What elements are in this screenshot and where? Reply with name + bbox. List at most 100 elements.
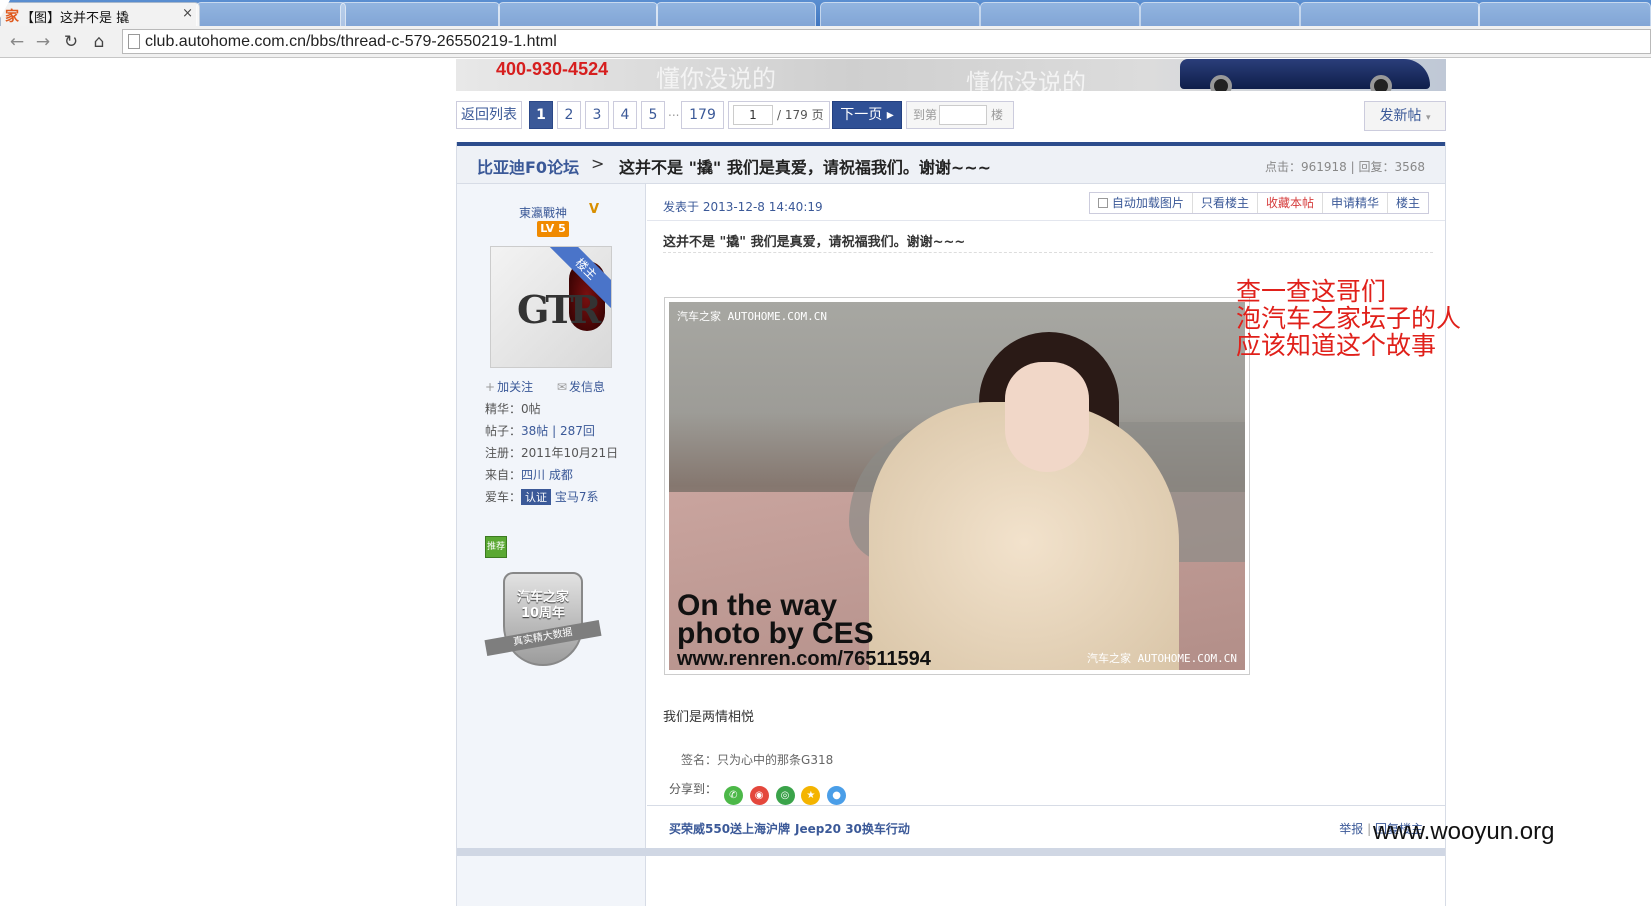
friends-icon[interactable]: ◎ xyxy=(775,786,795,805)
author-name[interactable]: 東瀛戰神 xyxy=(519,204,567,221)
photo-caption-line: www.renren.com/76511594 xyxy=(677,648,931,670)
wechat-icon[interactable]: ✆ xyxy=(723,786,743,805)
forward-arrow-icon[interactable]: → xyxy=(32,31,54,53)
annotation-line: 查一查这哥们 xyxy=(1236,277,1387,306)
checkbox-icon xyxy=(1097,198,1108,208)
divider: | xyxy=(1367,822,1372,836)
plus-icon: + xyxy=(485,380,496,394)
url-input[interactable]: club.autohome.com.cn/bbs/thread-c-579-26… xyxy=(122,29,1651,54)
page-number-input[interactable]: 1 xyxy=(733,105,773,125)
ad-link[interactable]: 买荣威550送上海沪牌 xyxy=(669,820,790,837)
annotation-line: 应该知道这个故事 xyxy=(1236,331,1437,360)
weibo-icon[interactable]: ◉ xyxy=(749,786,769,805)
browser-tab[interactable] xyxy=(196,2,346,26)
banner-phone: 400-930-4524 xyxy=(496,59,609,79)
author-location: 来自：四川 成都 xyxy=(485,466,573,483)
next-page-button[interactable]: 下一页 ▸ xyxy=(832,101,902,129)
annotation-line: 泡汽车之家坛子的人 xyxy=(1236,304,1462,333)
qq-icon[interactable]: ● xyxy=(827,786,847,805)
mail-icon: ✉ xyxy=(556,380,567,394)
browser-tab[interactable] xyxy=(1300,2,1480,26)
banner-slogan: 懂你没说的 xyxy=(656,65,776,91)
photo-face-shape xyxy=(1005,362,1089,472)
only-owner-button[interactable]: 只看楼主 xyxy=(1193,193,1258,213)
browser-tab-active[interactable]: 家 【图】这并不是 撬 × xyxy=(0,2,200,26)
author-sidebar: 東瀛戰神 V LV 5 GTR 楼主 + 加关注 ✉ 发信息 精华：0帖 帖子：38… xyxy=(457,184,646,906)
browser-tab[interactable] xyxy=(498,2,658,26)
car-value[interactable]: 宝马7系 xyxy=(555,490,599,504)
banner-car-image xyxy=(1180,59,1430,91)
reg-label: 注册： xyxy=(485,446,522,460)
follow-button[interactable]: + 加关注 xyxy=(485,380,543,394)
page-icon xyxy=(128,34,140,49)
level-badge: LV 5 xyxy=(537,221,569,237)
essence-label: 精华： xyxy=(485,402,522,416)
certified-badge: 认证 xyxy=(521,489,552,505)
page-4-button[interactable]: 4 xyxy=(613,101,637,129)
new-post-button[interactable]: 发新帖 ▾ xyxy=(1364,101,1446,131)
browser-tab[interactable] xyxy=(1478,2,1651,26)
last-page-button[interactable]: 179 xyxy=(681,101,724,129)
qzone-star-icon[interactable]: ★ xyxy=(801,786,821,805)
next-page-label: 下一页 xyxy=(840,107,883,123)
from-label: 来自： xyxy=(485,468,522,482)
photo-image: 汽车之家 AUTOHOME.COM.CN On the way photo by… xyxy=(669,302,1245,670)
avatar[interactable]: GTR 楼主 xyxy=(490,246,612,368)
verified-v-icon: V xyxy=(589,202,600,217)
close-icon[interactable]: × xyxy=(182,6,193,21)
photo-watermark: 汽车之家 AUTOHOME.COM.CN xyxy=(1087,652,1237,665)
page-3-button[interactable]: 3 xyxy=(585,101,609,129)
forum-link[interactable]: 比亚迪F0论坛 xyxy=(477,154,579,178)
mouse-cursor xyxy=(0,0,10,18)
post-body-text: 我们是两情相悦 xyxy=(663,710,755,725)
thread-title: 这并不是 "撬" 我们是真爱，请祝福我们。谢谢~~~ xyxy=(619,158,992,177)
follow-label: 加关注 xyxy=(497,380,534,394)
back-to-list-button[interactable]: 返回列表 xyxy=(456,101,522,129)
author-registered: 注册：2011年10月21日 xyxy=(485,444,618,461)
post-time: 发表于 2013-12-8 14:40:19 xyxy=(663,200,823,214)
auto-load-label: 自动加载图片 xyxy=(1111,196,1184,210)
share-label: 分享到： xyxy=(669,782,718,796)
favorite-button[interactable]: 收藏本帖 xyxy=(1258,193,1323,213)
signature-label: 签名： xyxy=(681,753,718,767)
breadcrumb-separator: > xyxy=(591,154,605,173)
page-total: / 179 页 xyxy=(777,108,824,122)
url-text: club.autohome.com.cn/bbs/thread-c-579-26… xyxy=(145,33,557,50)
message-label: 发信息 xyxy=(568,380,605,394)
apply-essence-button[interactable]: 申请精华 xyxy=(1323,193,1388,213)
author-posts: 帖子：38帖 | 287回 xyxy=(485,422,595,439)
thread-header: 比亚迪F0论坛 > 这并不是 "撬" 我们是真爱，请祝福我们。谢谢~~~ 点击：… xyxy=(457,142,1445,184)
divider xyxy=(647,220,1445,221)
recommend-badge-icon: 推荐 xyxy=(485,536,507,558)
new-post-label: 发新帖 xyxy=(1379,108,1422,124)
browser-tab[interactable] xyxy=(980,2,1140,26)
gtr-logo-icon: GTR xyxy=(517,287,601,332)
page-5-button[interactable]: 5 xyxy=(641,101,665,129)
page-1-button[interactable]: 1 xyxy=(529,101,553,129)
browser-tab[interactable] xyxy=(656,2,816,26)
home-icon[interactable]: ⌂ xyxy=(88,31,110,53)
share-bar: 分享到： ✆ ◉ ◎ ★ ● xyxy=(669,780,847,805)
back-arrow-icon[interactable]: ← xyxy=(6,31,28,53)
divider xyxy=(663,252,1433,253)
browser-tab[interactable] xyxy=(820,2,980,26)
red-annotation: 查一查这哥们 泡汽车之家坛子的人 应该知道这个故事 xyxy=(1236,278,1461,359)
page-2-button[interactable]: 2 xyxy=(557,101,581,129)
reload-icon[interactable]: ↻ xyxy=(60,31,82,53)
posts-value[interactable]: 38帖 | 287回 xyxy=(521,424,595,438)
divider xyxy=(457,848,1445,856)
auto-load-images-toggle[interactable]: 自动加载图片 xyxy=(1090,193,1193,213)
from-value[interactable]: 四川 成都 xyxy=(521,468,573,482)
browser-tab[interactable] xyxy=(340,2,500,26)
floor-input[interactable] xyxy=(939,105,987,125)
ad-banner[interactable]: 400-930-4524 懂你没说的 懂你没说的 xyxy=(456,59,1446,91)
triangle-right-icon: ▸ xyxy=(886,107,894,123)
pager-ellipsis: ... xyxy=(668,105,680,119)
site-watermark: www.wooyun.org xyxy=(1373,818,1555,845)
message-button[interactable]: ✉ 发信息 xyxy=(557,380,615,394)
browser-tab[interactable] xyxy=(1140,2,1300,26)
ad-link[interactable]: Jeep20 30换车行动 xyxy=(795,820,910,837)
report-button[interactable]: 举报 xyxy=(1339,822,1363,836)
anniversary-badge: 汽车之家10周年 真实精大数据 xyxy=(484,572,602,668)
post-photo[interactable]: 汽车之家 AUTOHOME.COM.CN On the way photo by… xyxy=(664,297,1250,675)
